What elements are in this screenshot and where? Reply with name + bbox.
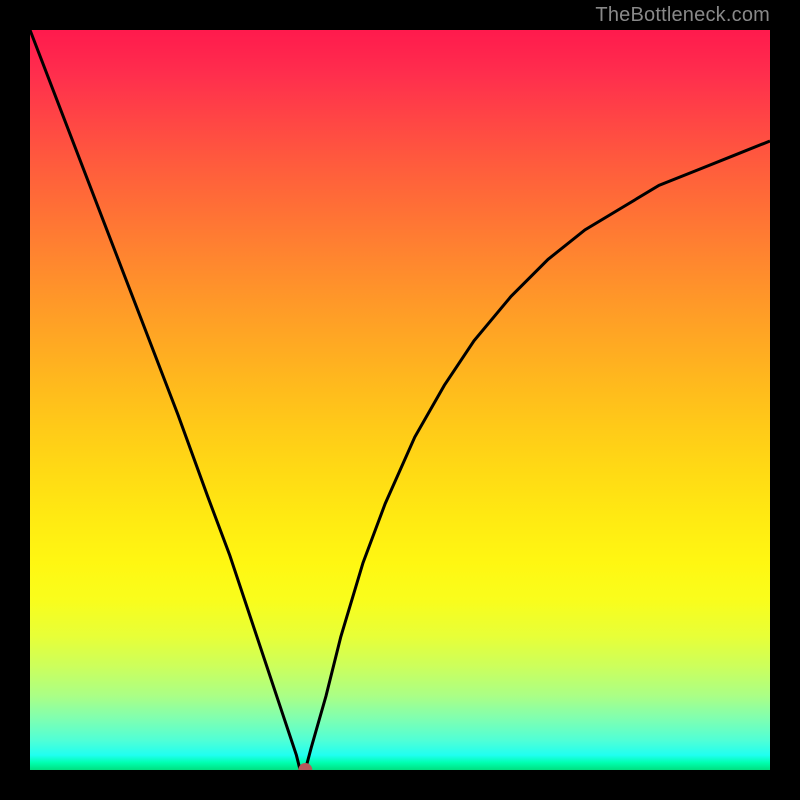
plot-area [30,30,770,770]
watermark-text: TheBottleneck.com [595,4,770,27]
chart-svg [30,30,770,770]
bottleneck-curve-path [30,30,770,770]
chart-frame: TheBottleneck.com [0,0,800,800]
optimal-point-marker [298,763,312,770]
